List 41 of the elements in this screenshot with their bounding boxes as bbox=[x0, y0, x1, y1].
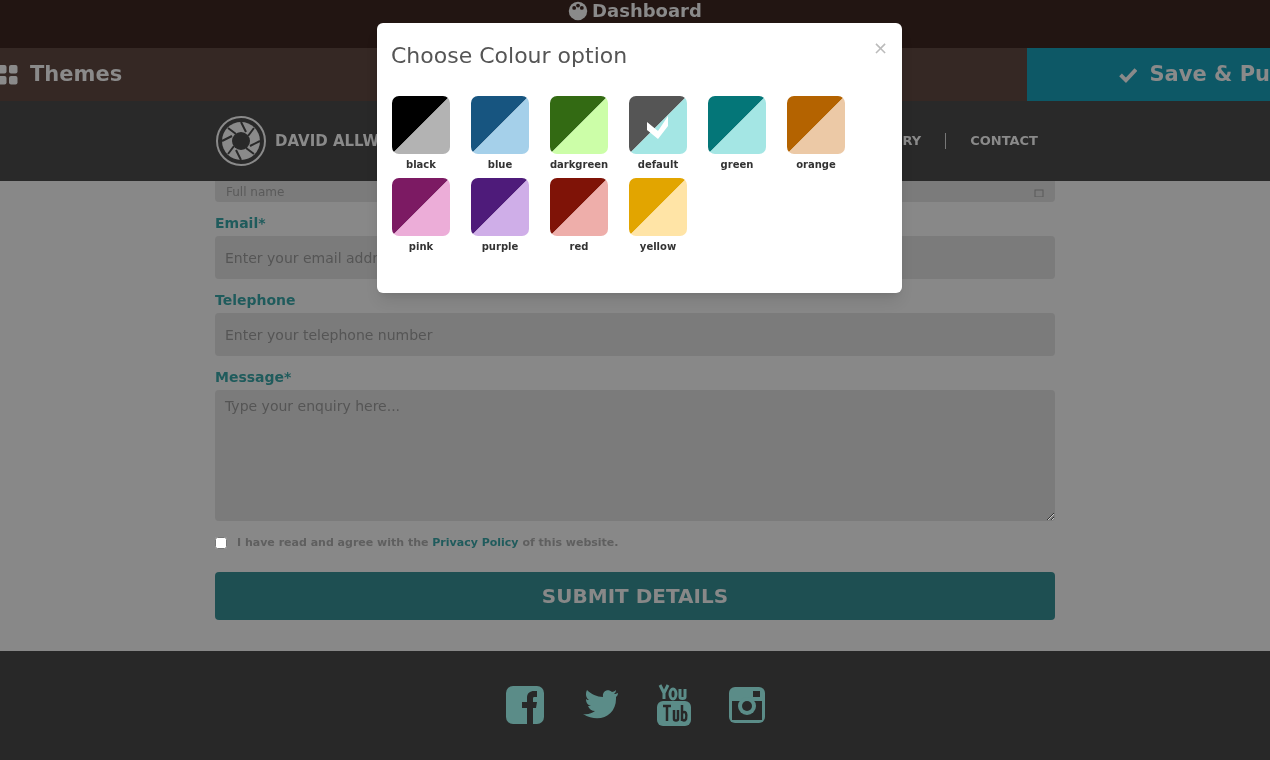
swatch-label: green bbox=[720, 160, 754, 170]
swatch-label: default bbox=[637, 160, 679, 170]
submit-button[interactable]: SUBMIT DETAILS bbox=[215, 571, 1055, 620]
colour-swatch[interactable] bbox=[550, 178, 608, 236]
colour-swatch[interactable] bbox=[708, 96, 766, 154]
camera-icon[interactable] bbox=[728, 686, 765, 723]
save-publish-button[interactable]: Save & Pu bbox=[1027, 48, 1270, 101]
swatch-label: darkgreen bbox=[549, 160, 609, 170]
dashboard-title[interactable]: Dashboard bbox=[592, 2, 702, 20]
privacy-policy-link[interactable]: Privacy Policy bbox=[432, 536, 519, 549]
colour-swatch[interactable] bbox=[629, 96, 687, 154]
grid-icon bbox=[0, 64, 18, 85]
colour-swatch[interactable] bbox=[471, 178, 529, 236]
colour-swatch[interactable] bbox=[392, 96, 450, 154]
nav-link[interactable]: CONTACT bbox=[970, 131, 1038, 151]
colour-swatch[interactable] bbox=[787, 96, 845, 154]
swatch-label: red bbox=[569, 242, 589, 252]
swatch-label: purple bbox=[481, 242, 519, 252]
facebook-icon[interactable] bbox=[505, 685, 544, 724]
bird-icon[interactable] bbox=[581, 689, 619, 720]
colour-swatch[interactable] bbox=[471, 96, 529, 154]
brand-name[interactable]: DAVID ALLW bbox=[275, 129, 379, 153]
field-label: Email* bbox=[215, 216, 266, 230]
swatch-label: pink bbox=[408, 242, 434, 252]
swatch-label: orange bbox=[796, 160, 836, 170]
field-label: Message* bbox=[215, 370, 292, 384]
swatch-label: blue bbox=[487, 160, 513, 170]
colour-swatch[interactable] bbox=[550, 96, 608, 154]
themes-label[interactable]: Themes bbox=[30, 58, 123, 91]
swatch-label: black bbox=[406, 160, 436, 170]
agree-checkbox[interactable] bbox=[215, 537, 227, 550]
colour-swatch[interactable] bbox=[629, 178, 687, 236]
nav-link[interactable]: RY bbox=[902, 131, 922, 151]
check-icon bbox=[1119, 65, 1138, 84]
aperture-logo-icon bbox=[215, 115, 267, 167]
dialog-title: Choose Colour option bbox=[391, 42, 628, 70]
field-label: Telephone bbox=[215, 293, 296, 307]
video-icon[interactable] bbox=[656, 683, 691, 726]
lock-icon bbox=[1034, 186, 1044, 197]
colour-swatch[interactable] bbox=[392, 178, 450, 236]
swatch-label: yellow bbox=[639, 242, 677, 252]
